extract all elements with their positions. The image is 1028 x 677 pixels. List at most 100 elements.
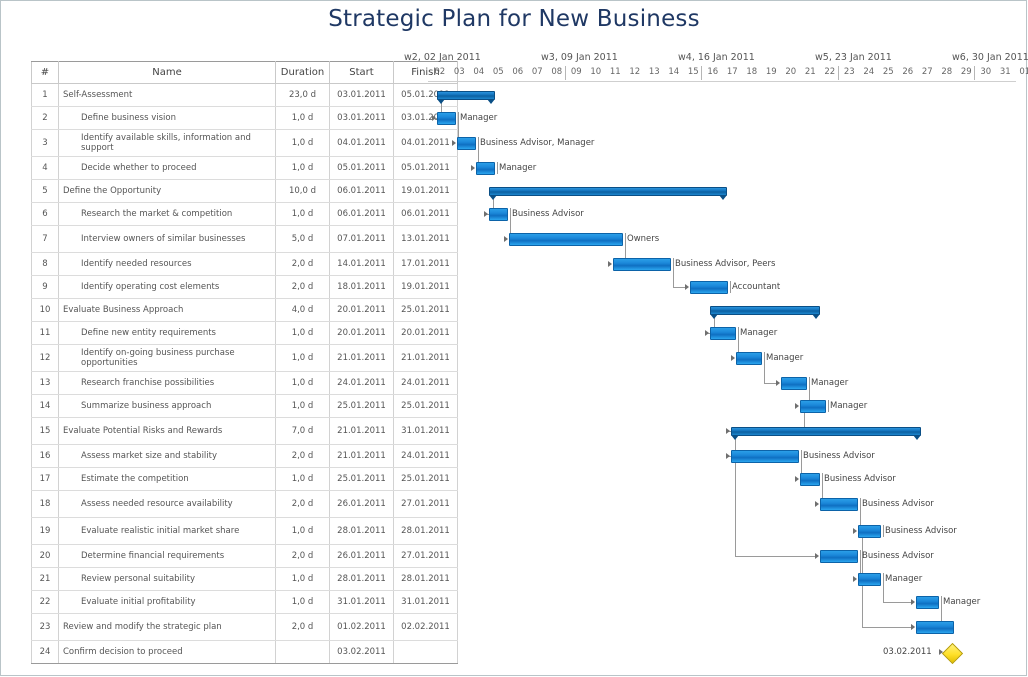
table-row[interactable]: 22 Evaluate initial profitability 1,0 d 31.… [31, 590, 458, 614]
row-duration: 7,0 d [275, 417, 330, 445]
table-row[interactable]: 19 Evaluate realistic initial market shar… [31, 517, 458, 545]
gantt-resource-label: Business Advisor, Manager [480, 137, 595, 148]
table-row[interactable]: 17 Estimate the competition 1,0 d 25.01.201… [31, 467, 458, 491]
day-tick-label: 24 [863, 67, 875, 77]
table-row[interactable]: 3 Identify available skills, information … [31, 129, 458, 157]
column-header-start[interactable]: Start [329, 61, 394, 84]
table-row[interactable]: 16 Assess market size and stability 2,0 d2… [31, 444, 458, 468]
gantt-task-bar[interactable] [457, 136, 476, 150]
table-row[interactable]: 6 Research the market & competition 1,0 d0… [31, 202, 458, 226]
table-row[interactable]: 8 Identify needed resources 2,0 d 14.01.201… [31, 252, 458, 276]
day-tick-label: 23 [843, 67, 855, 77]
gantt-task-bar[interactable] [476, 161, 495, 175]
table-row[interactable]: 2 Define business vision 1,0 d 03.01.2011 03… [31, 106, 458, 130]
gantt-task-bar[interactable] [690, 280, 728, 294]
dependency-link [883, 584, 884, 602]
table-row[interactable]: 12 Identify on-going business purchase op… [31, 344, 458, 372]
gantt-task-bar[interactable] [820, 497, 858, 511]
gantt-task-bar[interactable] [509, 232, 623, 246]
row-task-name: Identify on-going business purchase oppo… [58, 344, 276, 372]
row-duration: 10,0 d [275, 179, 330, 203]
day-tick-label: 14 [668, 67, 680, 77]
column-header-name[interactable]: Name [58, 61, 276, 84]
day-tick-label: 18 [746, 67, 758, 77]
day-tick-label: 27 [921, 67, 933, 77]
table-row[interactable]: 20 Determine financial requirements 2,0 d2… [31, 544, 458, 568]
gantt-resource-label: Business Advisor [803, 450, 875, 461]
day-tick-label: 17 [726, 67, 738, 77]
row-number: 6 [31, 202, 59, 226]
day-tick-label: 19 [765, 67, 777, 77]
table-row[interactable]: 10 Evaluate Business Approach 4,0 d 20.01.2… [31, 298, 458, 322]
day-tick-label: 31 [999, 67, 1011, 77]
gantt-task-bar[interactable] [800, 472, 820, 486]
gantt-resource-label: Accountant [732, 281, 781, 292]
table-row[interactable]: 9 Identify operating cost elements 2,0 d 18… [31, 275, 458, 299]
dependency-link [673, 269, 674, 287]
day-tick-label: 21 [804, 67, 816, 77]
table-row[interactable]: 4 Decide whether to proceed 1,0 d 05.01.201… [31, 156, 458, 180]
day-tick-label: 11 [609, 67, 621, 77]
row-number: 16 [31, 444, 59, 468]
row-number: 24 [31, 640, 59, 664]
gantt-task-bar[interactable] [916, 595, 939, 609]
table-row[interactable]: 7 Interview owners of similar businesses 5… [31, 225, 458, 253]
table-row[interactable]: 13 Research franchise possibilities 1,0 d2… [31, 371, 458, 395]
gantt-task-bar[interactable] [800, 399, 826, 413]
day-tick-label: 10 [590, 67, 602, 77]
row-duration: 1,0 d [275, 344, 330, 372]
gantt-task-bar[interactable] [613, 257, 671, 271]
gantt-summary-bar[interactable] [437, 90, 495, 104]
dependency-link [764, 382, 776, 384]
row-number: 19 [31, 517, 59, 545]
gantt-task-bar[interactable] [916, 620, 954, 634]
dependency-arrow [608, 260, 612, 267]
row-start-date: 20.01.2011 [329, 298, 394, 322]
row-number: 18 [31, 490, 59, 518]
table-row[interactable]: 11 Define new entity requirements 1,0 d 20.… [31, 321, 458, 345]
gantt-resource-label: Manager [460, 112, 498, 123]
table-row[interactable]: 14 Summarize business approach 1,0 d 25.01.… [31, 394, 458, 418]
dependency-link [862, 626, 911, 628]
day-tick-label: 01 [1019, 67, 1028, 77]
gantt-summary-bar[interactable] [731, 426, 921, 440]
row-duration: 23,0 d [275, 83, 330, 107]
dependency-link [764, 363, 765, 383]
table-row[interactable]: 21 Review personal suitability 1,0 d 28.01.… [31, 567, 458, 591]
row-number: 10 [31, 298, 59, 322]
column-header-duration[interactable]: Duration [275, 61, 330, 84]
gantt-summary-bar[interactable] [489, 186, 727, 200]
week-label: w3, 09 Jan 2011 [541, 52, 618, 63]
table-row[interactable]: 24 Confirm decision to proceed 03.02.2011 [31, 640, 458, 664]
gantt-resource-label: Manager [830, 400, 868, 411]
dependency-arrow [911, 623, 915, 630]
table-row[interactable]: 23 Review and modify the strategic plan 2,… [31, 613, 458, 641]
dependency-arrow [853, 575, 857, 582]
gantt-task-bar[interactable] [489, 207, 508, 221]
gantt-task-bar[interactable] [781, 376, 807, 390]
resource-label-connector [764, 351, 765, 364]
day-tick-label: 12 [629, 67, 641, 77]
gantt-summary-bar[interactable] [710, 305, 820, 319]
gantt-task-bar[interactable] [710, 326, 736, 340]
day-tick-label: 04 [473, 67, 485, 77]
row-task-name: Assess needed resource availability [58, 490, 276, 518]
gantt-task-bar[interactable] [858, 524, 881, 538]
gantt-chart: w2, 02 Jan 2011 w3, 09 Jan 2011 w4, 16 Jan… [404, 52, 1028, 664]
row-start-date: 03.02.2011 [329, 640, 394, 664]
table-row[interactable]: 18 Assess needed resource availability 2,0… [31, 490, 458, 518]
gantt-task-bar[interactable] [437, 111, 456, 125]
gantt-task-bar[interactable] [858, 572, 881, 586]
table-row[interactable]: 5 Define the Opportunity 10,0 d 06.01.2011 1… [31, 179, 458, 203]
gantt-task-bar[interactable] [820, 549, 858, 563]
row-start-date: 28.01.2011 [329, 517, 394, 545]
dependency-arrow [731, 354, 735, 361]
column-header-number[interactable]: # [31, 61, 59, 84]
table-row[interactable]: 1 Self-Assessment 23,0 d 03.01.2011 05.01.20… [31, 83, 458, 107]
row-number: 15 [31, 417, 59, 445]
gantt-task-bar[interactable] [731, 449, 799, 463]
gantt-task-bar[interactable] [736, 351, 762, 365]
resource-label-connector [673, 257, 674, 270]
row-start-date: 06.01.2011 [329, 202, 394, 226]
table-row[interactable]: 15 Evaluate Potential Risks and Rewards 7,… [31, 417, 458, 445]
